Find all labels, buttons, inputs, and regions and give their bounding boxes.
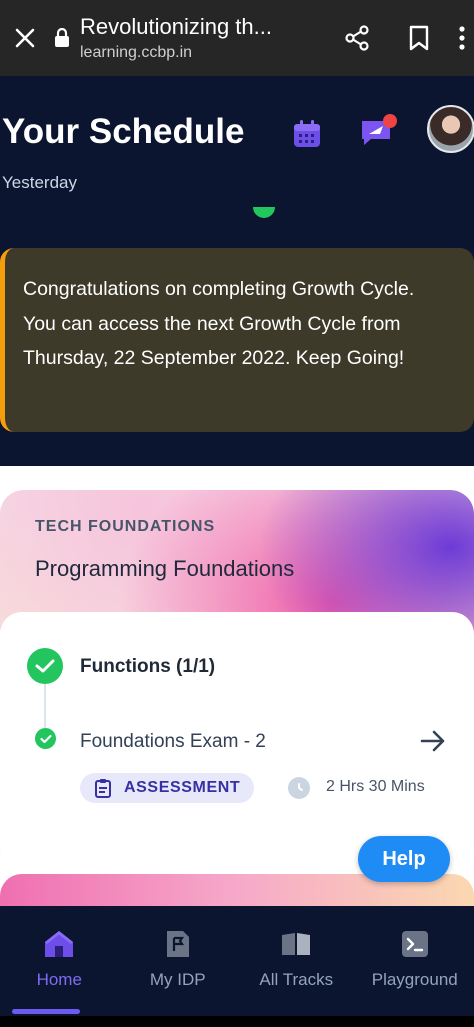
course-card[interactable]: TECH FOUNDATIONS Programming Foundations… <box>0 490 474 870</box>
lock-icon <box>50 0 74 76</box>
bottom-navigation: Home My IDP All Tracks Playground <box>0 906 474 1016</box>
notification-dot <box>383 114 397 128</box>
page-title: Revolutionizing th... <box>80 14 272 39</box>
nav-item-home[interactable]: Home <box>0 906 119 1016</box>
calendar-icon[interactable] <box>289 116 325 152</box>
close-icon[interactable] <box>0 0 50 76</box>
more-vertical-icon[interactable] <box>450 0 474 76</box>
status-indicator <box>253 207 275 218</box>
nav-item-all-tracks[interactable]: All Tracks <box>237 906 356 1016</box>
share-icon[interactable] <box>326 0 388 76</box>
duration-text: 2 Hrs 30 Mins <box>326 778 425 795</box>
nav-label: All Tracks <box>259 970 334 989</box>
active-indicator <box>12 1009 80 1014</box>
schedule-section: Your Schedule Yesterday Congratulations … <box>0 76 474 466</box>
browser-title-area[interactable]: Revolutionizing th... learning.ccbp.in <box>74 14 326 62</box>
main-content: TECH FOUNDATIONS Programming Foundations… <box>0 466 474 914</box>
module-panel: Functions (1/1) Foundations Exam - 2 ASS… <box>0 612 474 870</box>
module-title: Functions (1/1) <box>80 656 216 677</box>
home-icon <box>43 928 75 960</box>
course-tag: TECH FOUNDATIONS <box>35 518 216 535</box>
assessment-badge: ASSESSMENT <box>80 773 255 803</box>
nav-item-my-idp[interactable]: My IDP <box>119 906 238 1016</box>
bookmark-icon[interactable] <box>388 0 450 76</box>
check-circle-icon <box>27 648 63 684</box>
avatar[interactable] <box>427 105 474 153</box>
clock-icon <box>288 777 310 799</box>
help-button[interactable]: Help <box>358 836 450 882</box>
schedule-title: Your Schedule <box>2 112 245 151</box>
nav-label: Home <box>36 970 82 989</box>
timeline-line <box>44 684 46 728</box>
arrow-right-icon[interactable] <box>418 726 448 756</box>
badge-label: ASSESSMENT <box>124 779 241 796</box>
book-icon <box>280 928 312 960</box>
nav-label: Playground <box>371 970 458 989</box>
check-circle-icon <box>35 728 56 749</box>
exam-title[interactable]: Foundations Exam - 2 <box>80 731 266 753</box>
terminal-icon <box>399 928 431 960</box>
clipboard-icon <box>95 779 111 798</box>
growth-cycle-banner: Congratulations on completing Growth Cyc… <box>0 248 474 432</box>
page-url: learning.ccbp.in <box>80 44 193 61</box>
nav-item-playground[interactable]: Playground <box>356 906 474 1016</box>
idp-icon <box>162 928 194 960</box>
course-name: Programming Foundations <box>35 556 295 581</box>
schedule-day: Yesterday <box>2 173 77 192</box>
browser-toolbar: Revolutionizing th... learning.ccbp.in <box>0 0 474 76</box>
announcements-icon[interactable] <box>356 112 397 152</box>
nav-label: My IDP <box>149 970 206 989</box>
banner-message: Congratulations on completing Growth Cyc… <box>23 278 415 369</box>
system-nav-strip <box>0 1016 474 1027</box>
